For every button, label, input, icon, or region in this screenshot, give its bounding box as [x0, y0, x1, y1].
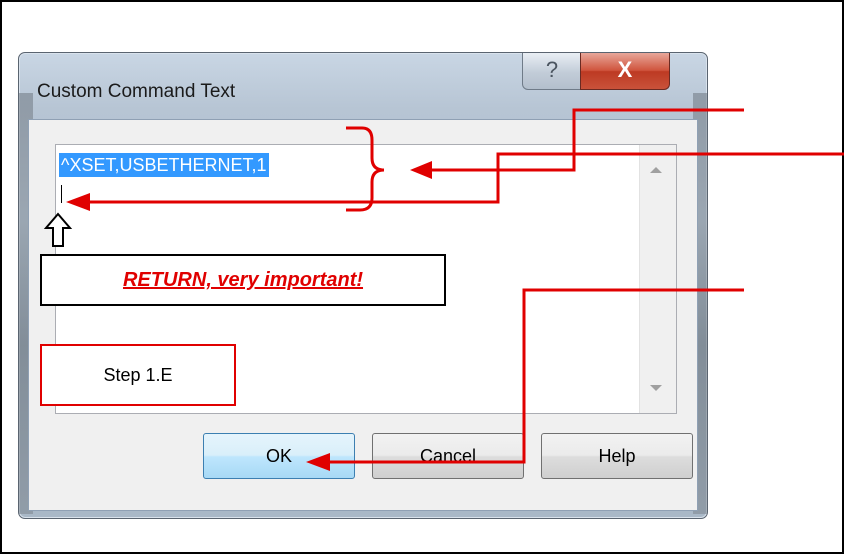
arrow-to-ok-button: [320, 288, 744, 464]
arrowhead-ok-button: [306, 453, 330, 471]
arrowhead-command-line: [410, 161, 432, 179]
arrowhead-return-line: [66, 193, 90, 211]
arrow-to-return-line: [90, 152, 844, 204]
step-label: Step 1.E: [40, 344, 236, 406]
up-arrow-icon: [43, 212, 73, 247]
arrow-to-command-line: [430, 108, 744, 172]
return-important-callout: RETURN, very important!: [40, 254, 446, 306]
brace-annotation: [346, 126, 385, 212]
